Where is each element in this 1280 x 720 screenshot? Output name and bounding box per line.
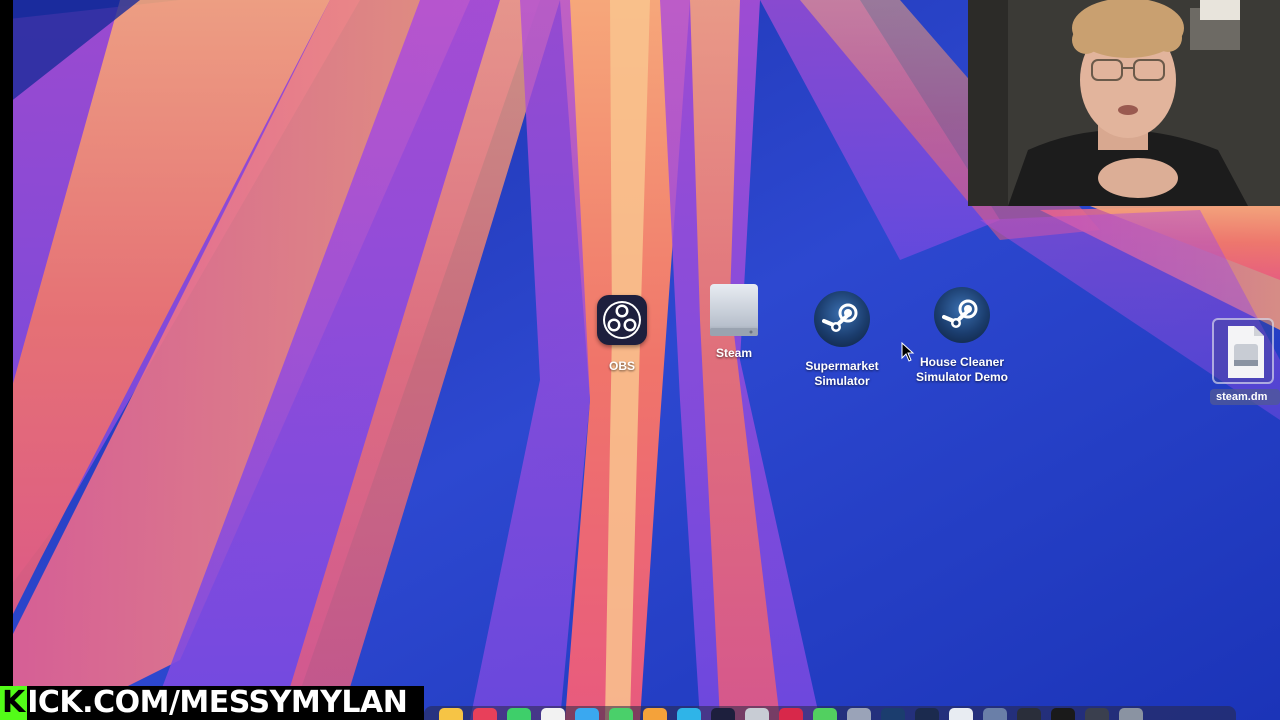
desktop-icon-label: Steam bbox=[715, 346, 753, 360]
left-letterbox-bar bbox=[0, 0, 13, 720]
dock-app-icon[interactable] bbox=[745, 708, 769, 720]
desktop-file-steam-dmg[interactable]: steam.dm bbox=[1210, 318, 1280, 408]
disk-image-icon bbox=[710, 284, 758, 336]
mouse-cursor-icon bbox=[901, 342, 915, 362]
stream-url-banner: K ICK.COM/MESSYMYLAN bbox=[0, 686, 424, 720]
dock-app-icon[interactable] bbox=[711, 708, 735, 720]
dock-app-icon[interactable] bbox=[609, 708, 633, 720]
dock-app-icon[interactable] bbox=[983, 708, 1007, 720]
desktop-icon-obs[interactable]: OBS bbox=[591, 295, 653, 374]
dock-app-icon[interactable] bbox=[439, 708, 463, 720]
webcam-person-image bbox=[968, 0, 1280, 206]
dock-app-icon[interactable] bbox=[847, 708, 871, 720]
dock-app-icon[interactable] bbox=[1017, 708, 1041, 720]
dock-app-icon[interactable] bbox=[575, 708, 599, 720]
obs-icon bbox=[597, 295, 647, 345]
dock-app-icon[interactable] bbox=[949, 708, 973, 720]
desktop-icon-steam-disk[interactable]: Steam bbox=[704, 282, 764, 361]
dock-app-icon[interactable] bbox=[881, 708, 905, 720]
dock-app-icon[interactable] bbox=[643, 708, 667, 720]
dock-app-icon[interactable] bbox=[677, 708, 701, 720]
dock-app-icon[interactable] bbox=[915, 708, 939, 720]
desktop-file-label: steam.dm bbox=[1210, 389, 1280, 405]
dock-app-icon[interactable] bbox=[813, 708, 837, 720]
desktop-icon-label: House Cleaner Simulator Demo bbox=[915, 355, 1008, 384]
dmg-file-icon bbox=[1212, 318, 1274, 384]
dock bbox=[424, 706, 1236, 720]
dock-app-icon[interactable] bbox=[779, 708, 803, 720]
dock-app-icon[interactable] bbox=[541, 708, 565, 720]
desktop-icon-supermarket-simulator[interactable]: Supermarket Simulator bbox=[800, 291, 884, 389]
dock-app-icon[interactable] bbox=[1119, 708, 1143, 720]
stream-url-text: ICK.COM/MESSYMYLAN bbox=[27, 685, 408, 720]
dock-app-icon[interactable] bbox=[1051, 708, 1075, 720]
dock-app-icon[interactable] bbox=[507, 708, 531, 720]
desktop-icon-label: OBS bbox=[608, 359, 635, 373]
steam-icon bbox=[934, 287, 990, 343]
dock-app-icon[interactable] bbox=[473, 708, 497, 720]
desktop-icon-house-cleaner-simulator-demo[interactable]: House Cleaner Simulator Demo bbox=[910, 287, 1014, 385]
dock-app-icon[interactable] bbox=[1085, 708, 1109, 720]
desktop-icon-label: Supermarket Simulator bbox=[805, 359, 879, 388]
kick-logo-letter: K bbox=[0, 685, 28, 720]
desktop: OBS Steam Supermarket Simulator House Cl… bbox=[0, 0, 1280, 720]
webcam-overlay bbox=[968, 0, 1280, 206]
steam-icon bbox=[814, 291, 870, 347]
